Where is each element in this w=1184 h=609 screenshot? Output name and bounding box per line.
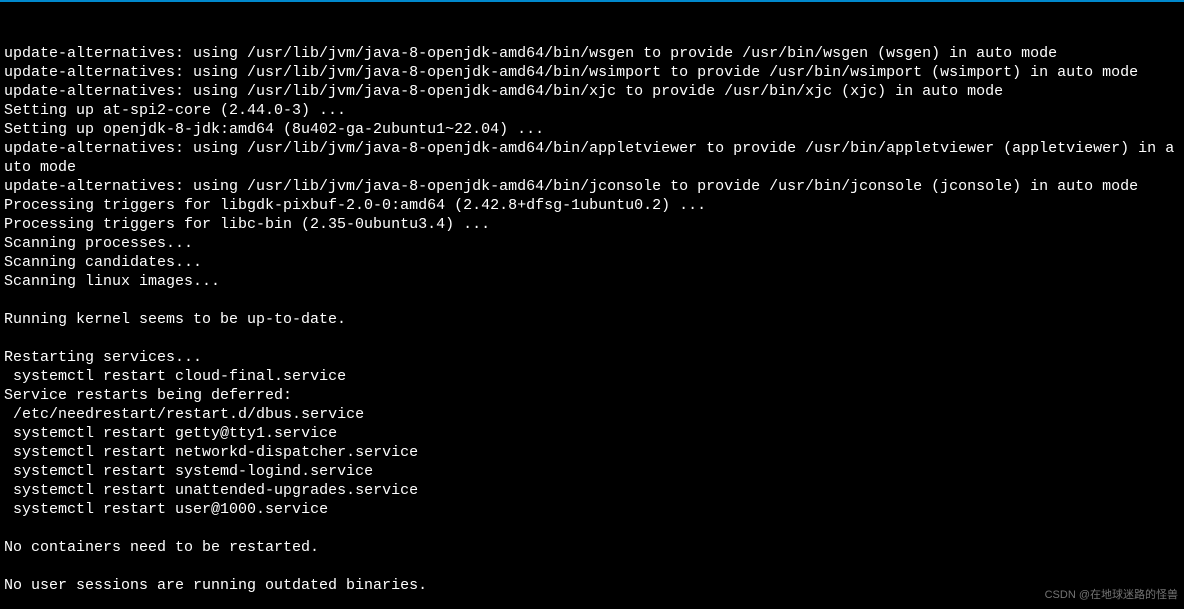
- terminal-line: systemctl restart cloud-final.service: [4, 367, 1180, 386]
- terminal-line: update-alternatives: using /usr/lib/jvm/…: [4, 44, 1180, 63]
- terminal-output: update-alternatives: using /usr/lib/jvm/…: [4, 44, 1180, 609]
- terminal-line: Scanning candidates...: [4, 253, 1180, 272]
- terminal-line: systemctl restart systemd-logind.service: [4, 462, 1180, 481]
- terminal-line: Processing triggers for libgdk-pixbuf-2.…: [4, 196, 1180, 215]
- terminal-line: [4, 595, 1180, 609]
- terminal-line: No user sessions are running outdated bi…: [4, 576, 1180, 595]
- terminal-line: Restarting services...: [4, 348, 1180, 367]
- terminal-line: systemctl restart unattended-upgrades.se…: [4, 481, 1180, 500]
- terminal-line: No containers need to be restarted.: [4, 538, 1180, 557]
- terminal-line: systemctl restart networkd-dispatcher.se…: [4, 443, 1180, 462]
- terminal-line: [4, 291, 1180, 310]
- terminal-line: [4, 329, 1180, 348]
- watermark-text: CSDN @在地球迷路的怪兽: [1045, 586, 1178, 605]
- terminal-line: systemctl restart getty@tty1.service: [4, 424, 1180, 443]
- terminal-line: update-alternatives: using /usr/lib/jvm/…: [4, 139, 1180, 177]
- terminal-line: Scanning processes...: [4, 234, 1180, 253]
- terminal-line: Setting up at-spi2-core (2.44.0-3) ...: [4, 101, 1180, 120]
- terminal-line: update-alternatives: using /usr/lib/jvm/…: [4, 63, 1180, 82]
- terminal-line: Processing triggers for libc-bin (2.35-0…: [4, 215, 1180, 234]
- terminal-line: update-alternatives: using /usr/lib/jvm/…: [4, 82, 1180, 101]
- terminal-line: /etc/needrestart/restart.d/dbus.service: [4, 405, 1180, 424]
- terminal-line: update-alternatives: using /usr/lib/jvm/…: [4, 177, 1180, 196]
- terminal-line: systemctl restart user@1000.service: [4, 500, 1180, 519]
- terminal-line: Scanning linux images...: [4, 272, 1180, 291]
- terminal-window[interactable]: update-alternatives: using /usr/lib/jvm/…: [0, 0, 1184, 609]
- terminal-line: Running kernel seems to be up-to-date.: [4, 310, 1180, 329]
- terminal-line: [4, 557, 1180, 576]
- terminal-line: Setting up openjdk-8-jdk:amd64 (8u402-ga…: [4, 120, 1180, 139]
- terminal-line: [4, 519, 1180, 538]
- terminal-line: Service restarts being deferred:: [4, 386, 1180, 405]
